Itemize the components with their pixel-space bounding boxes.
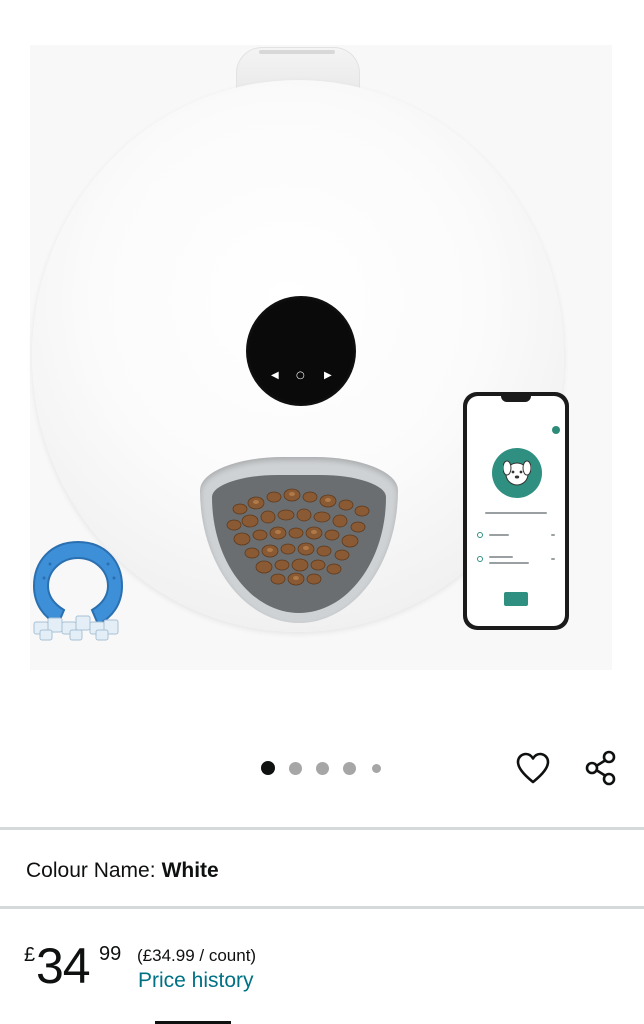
carousel-dot[interactable] <box>289 761 302 775</box>
colour-variant-row[interactable]: Colour Name: White <box>26 857 219 885</box>
heart-icon <box>516 752 550 784</box>
settings-icon <box>552 426 560 434</box>
image-carousel-dots[interactable] <box>261 760 395 776</box>
wishlist-button[interactable] <box>513 748 553 788</box>
phone-chevron <box>551 534 555 536</box>
price-fraction: 99 <box>99 943 122 965</box>
product-image[interactable]: ◀ ○ ▶ <box>0 0 644 700</box>
colour-label: Colour Name: <box>26 859 156 882</box>
carousel-dot[interactable] <box>316 761 329 775</box>
phone-list-icon <box>477 532 483 538</box>
phone-screen <box>467 396 565 626</box>
phone-text-line <box>489 534 509 536</box>
share-icon <box>585 750 616 786</box>
phone-text-line <box>489 562 529 564</box>
phone-text-line <box>485 512 547 514</box>
share-button[interactable] <box>581 748 621 788</box>
ice-pack-icon <box>32 540 124 641</box>
panel-left-button-icon: ◀ <box>271 370 279 381</box>
colour-value: White <box>161 859 219 882</box>
unit-price: (£34.99 / count) <box>137 946 257 965</box>
phone-app-button <box>504 592 528 606</box>
phone-notch <box>501 396 531 402</box>
feeder-display-panel: ◀ ○ ▶ <box>246 296 356 406</box>
food-bowl <box>212 475 386 613</box>
panel-center-button-icon: ○ <box>296 370 305 381</box>
carousel-dot[interactable] <box>372 763 381 773</box>
dog-icon <box>503 460 531 486</box>
phone-text-line <box>489 556 513 558</box>
price-whole: 34 <box>36 938 91 994</box>
kibble-icon <box>226 488 370 586</box>
phone-app-preview <box>463 392 569 630</box>
carousel-dot-active[interactable] <box>261 761 275 775</box>
price-history-link[interactable]: Price history <box>138 968 254 994</box>
phone-list-icon <box>477 556 483 562</box>
carousel-dot[interactable] <box>343 761 356 775</box>
section-divider <box>0 906 644 909</box>
product-page: ◀ ○ ▶ Colour Name: White £ 34 99 (£34.99… <box>0 0 644 1024</box>
price-currency: £ <box>24 944 36 966</box>
pet-avatar-icon <box>492 448 542 498</box>
phone-chevron <box>551 558 555 560</box>
panel-right-button-icon: ▶ <box>324 370 332 381</box>
section-divider <box>0 827 644 830</box>
food-tray <box>200 457 398 623</box>
